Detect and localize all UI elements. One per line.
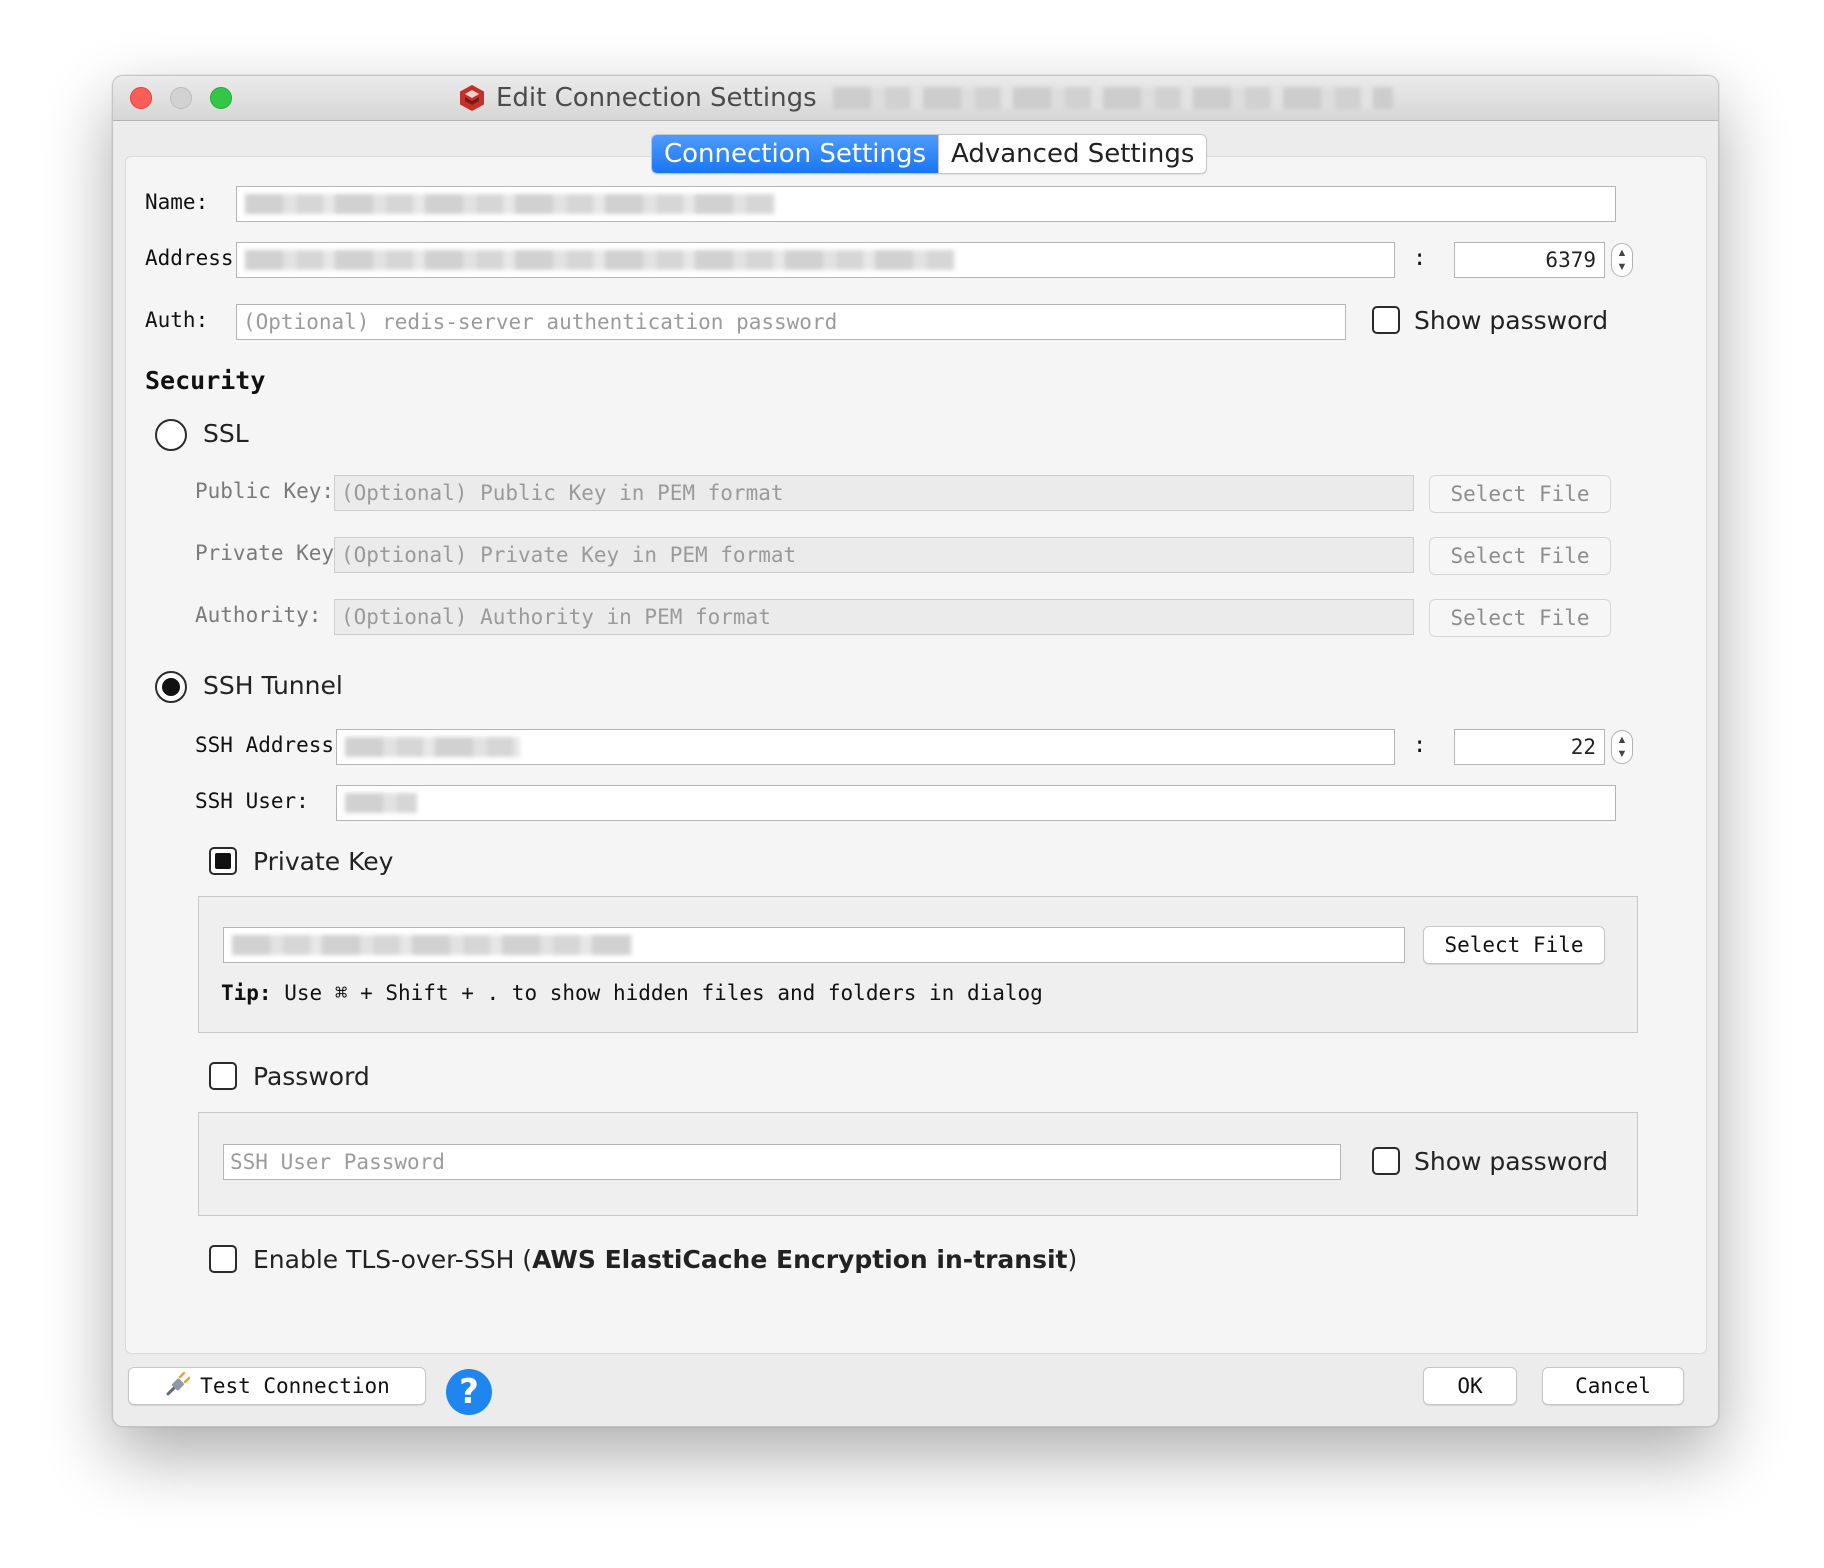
- ssh-password-checkbox[interactable]: [209, 1062, 237, 1090]
- show-password-checkbox[interactable]: [1372, 306, 1400, 334]
- auth-placeholder: (Optional) redis-server authentication p…: [243, 310, 838, 334]
- tls-over-ssh-label: Enable TLS-over-SSH (AWS ElastiCache Enc…: [253, 1245, 1077, 1274]
- ssh-show-password-checkbox[interactable]: [1372, 1147, 1400, 1175]
- ok-button[interactable]: OK: [1423, 1367, 1517, 1405]
- ssh-user-label: SSH User:: [195, 789, 309, 813]
- auth-label: Auth:: [145, 308, 209, 332]
- ssh-port-field[interactable]: 22: [1454, 729, 1605, 765]
- port-stepper[interactable]: ▲ ▼: [1611, 243, 1633, 277]
- ssl-public-key-select-file-button: Select File: [1429, 475, 1611, 513]
- title-bar: Edit Connection Settings: [113, 76, 1718, 121]
- ssh-tunnel-radio[interactable]: [155, 671, 187, 703]
- connection-settings-panel: Name: Address: : 6379 ▲ ▼ Auth: (Optional…: [125, 156, 1707, 1354]
- window-title: Edit Connection Settings: [496, 83, 817, 113]
- tab-connection-settings[interactable]: Connection Settings: [652, 135, 939, 173]
- cancel-button[interactable]: Cancel: [1542, 1367, 1684, 1405]
- redacted-name-value: [245, 194, 775, 214]
- tls-label-prefix: Enable TLS-over-SSH (: [253, 1245, 533, 1274]
- ssl-public-key-field: (Optional) Public Key in PEM format: [334, 475, 1414, 511]
- redacted-private-key-path: [232, 935, 632, 955]
- auth-password-field[interactable]: (Optional) redis-server authentication p…: [236, 304, 1346, 340]
- zoom-window-button[interactable]: [210, 87, 232, 109]
- tls-label-suffix: ): [1067, 1245, 1078, 1274]
- name-label: Name:: [145, 190, 209, 214]
- ssl-public-key-placeholder: (Optional) Public Key in PEM format: [341, 481, 784, 505]
- address-field[interactable]: [236, 242, 1395, 278]
- test-connection-label: Test Connection: [200, 1374, 390, 1398]
- close-window-button[interactable]: [130, 87, 152, 109]
- edit-connection-dialog: Edit Connection Settings Connection Sett…: [112, 75, 1719, 1427]
- redacted-ssh-address-value: [345, 737, 520, 757]
- password-group: SSH User Password Show password: [198, 1112, 1638, 1216]
- tip-prefix: Tip:: [221, 981, 272, 1005]
- ssl-private-key-placeholder: (Optional) Private Key in PEM format: [341, 543, 797, 567]
- ssl-label: SSL: [203, 419, 249, 448]
- ssh-user-password-placeholder: SSH User Password: [230, 1150, 445, 1174]
- test-connection-button[interactable]: Test Connection: [128, 1367, 426, 1405]
- address-label: Address:: [145, 246, 247, 270]
- tls-label-bold: AWS ElastiCache Encryption in-transit: [532, 1245, 1068, 1274]
- tab-advanced-settings[interactable]: Advanced Settings: [938, 135, 1206, 173]
- ssh-port-stepper[interactable]: ▲ ▼: [1611, 730, 1633, 764]
- ssl-authority-field: (Optional) Authority in PEM format: [334, 599, 1414, 635]
- ssl-authority-placeholder: (Optional) Authority in PEM format: [341, 605, 771, 629]
- window-title-group: Edit Connection Settings: [458, 82, 1393, 114]
- name-field[interactable]: [236, 186, 1616, 222]
- ssh-private-key-checkbox[interactable]: [209, 847, 237, 875]
- tls-over-ssh-checkbox[interactable]: [209, 1245, 237, 1273]
- ssl-authority-label: Authority:: [195, 603, 322, 627]
- ssh-address-label: SSH Address:: [195, 733, 347, 757]
- redis-logo-icon: [460, 85, 484, 111]
- ssl-authority-select-file-button: Select File: [1429, 599, 1611, 637]
- port-separator: :: [1413, 246, 1427, 271]
- ssh-port-separator: :: [1413, 733, 1427, 758]
- minimize-window-button[interactable]: [170, 87, 192, 109]
- ssl-private-key-field: (Optional) Private Key in PEM format: [334, 537, 1414, 573]
- ssl-private-key-label: Private Key:: [195, 541, 347, 565]
- ssl-public-key-label: Public Key:: [195, 479, 335, 503]
- tip-text: Use ⌘ + Shift + . to show hidden files a…: [284, 981, 1043, 1005]
- ssh-user-password-field[interactable]: SSH User Password: [223, 1144, 1341, 1180]
- redacted-address-value: [245, 250, 955, 270]
- ssh-address-field[interactable]: [336, 729, 1395, 765]
- redacted-connection-name: [832, 87, 1393, 109]
- settings-tabs: Connection Settings Advanced Settings: [651, 134, 1208, 174]
- security-heading: Security: [145, 366, 266, 395]
- ssh-password-label: Password: [253, 1062, 370, 1091]
- plug-icon: [166, 1371, 191, 1396]
- ssh-user-field[interactable]: [336, 785, 1616, 821]
- ssl-private-key-select-file-button: Select File: [1429, 537, 1611, 575]
- ssl-radio[interactable]: [155, 419, 187, 451]
- port-field[interactable]: 6379: [1454, 242, 1605, 278]
- ssh-private-key-path-field[interactable]: [223, 927, 1405, 963]
- private-key-group: Select File Tip: Use ⌘ + Shift + . to sh…: [198, 896, 1638, 1033]
- hidden-files-tip: Tip: Use ⌘ + Shift + . to show hidden fi…: [221, 981, 1043, 1005]
- show-password-label: Show password: [1414, 306, 1609, 335]
- ssh-show-password-label: Show password: [1414, 1147, 1609, 1176]
- redacted-ssh-user-value: [345, 793, 417, 813]
- ssh-private-key-label: Private Key: [253, 847, 394, 876]
- ssh-private-key-select-file-button[interactable]: Select File: [1423, 926, 1605, 964]
- ssh-tunnel-label: SSH Tunnel: [203, 671, 343, 700]
- help-icon[interactable]: ?: [446, 1369, 492, 1415]
